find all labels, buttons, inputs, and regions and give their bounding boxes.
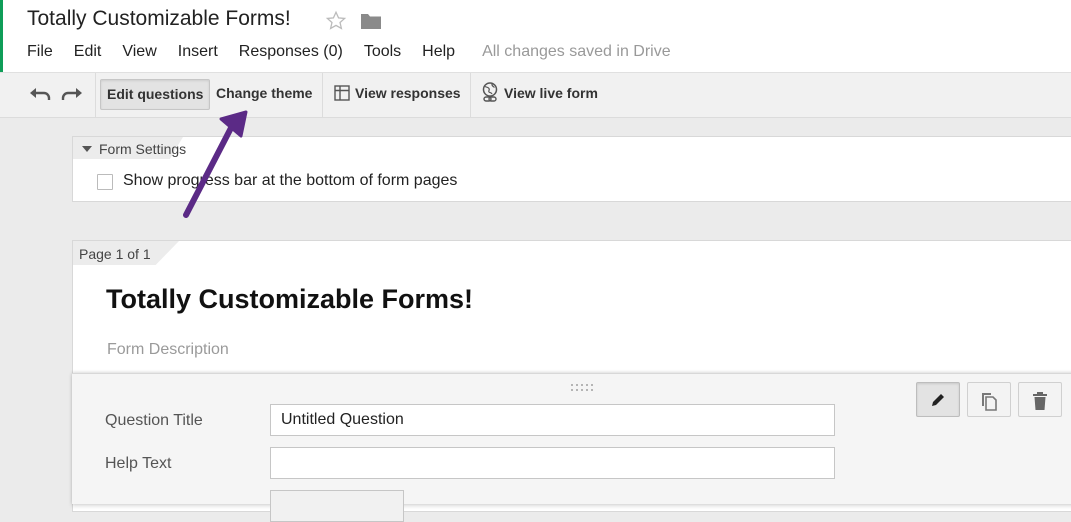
duplicate-icon	[982, 393, 997, 411]
drag-handle-icon[interactable]	[570, 383, 594, 393]
star-icon[interactable]	[325, 10, 347, 32]
app-header: Totally Customizable Forms! File Edit View…	[0, 0, 1071, 73]
document-title[interactable]: Totally Customizable Forms!	[27, 7, 291, 31]
change-theme-button[interactable]: Change theme	[210, 79, 318, 108]
view-live-form-label: View live form	[504, 85, 598, 101]
menu-edit[interactable]: Edit	[74, 43, 102, 61]
question-type-dropdown[interactable]	[270, 490, 404, 522]
view-responses-button[interactable]: View responses	[328, 79, 467, 108]
save-status: All changes saved in Drive	[482, 43, 671, 60]
toolbar-separator	[95, 73, 96, 117]
menu-help[interactable]: Help	[422, 43, 455, 61]
folder-icon[interactable]	[360, 12, 382, 30]
menu-file[interactable]: File	[27, 43, 53, 61]
form-settings-panel: Form Settings Show progress bar at the b…	[72, 136, 1071, 202]
edit-question-button[interactable]	[916, 382, 960, 417]
question-title-label: Question Title	[105, 412, 203, 429]
undo-icon[interactable]	[27, 82, 53, 108]
toolbar-separator	[322, 73, 323, 117]
table-icon	[334, 85, 350, 101]
form-title[interactable]: Totally Customizable Forms!	[106, 284, 473, 315]
question-editor-card: Question Title Help Text	[72, 373, 1071, 522]
delete-question-button[interactable]	[1018, 382, 1062, 417]
view-live-form-button[interactable]: View live form	[475, 79, 604, 108]
toolbar-separator	[470, 73, 471, 117]
edit-questions-button[interactable]: Edit questions	[100, 79, 211, 110]
menu-insert[interactable]: Insert	[178, 43, 218, 61]
menu-responses[interactable]: Responses (0)	[239, 43, 343, 61]
duplicate-question-button[interactable]	[967, 382, 1011, 417]
globe-link-icon	[482, 82, 498, 102]
caret-down-icon[interactable]	[82, 146, 92, 152]
progress-bar-label[interactable]: Show progress bar at the bottom of form …	[123, 172, 457, 190]
help-text-label: Help Text	[105, 455, 172, 472]
view-responses-label: View responses	[355, 85, 461, 101]
menu-view[interactable]: View	[122, 43, 156, 61]
question-title-input[interactable]	[270, 404, 835, 436]
form-description-field[interactable]: Form Description	[107, 341, 229, 359]
redo-icon[interactable]	[59, 82, 85, 108]
menu-bar: File Edit View Insert Responses (0) Tools Help…	[27, 43, 671, 63]
help-text-input[interactable]	[270, 447, 835, 479]
accent-stripe	[0, 0, 3, 72]
trash-icon	[1033, 392, 1047, 410]
form-settings-label[interactable]: Form Settings	[99, 141, 186, 157]
page-indicator: Page 1 of 1	[79, 246, 151, 262]
menu-tools[interactable]: Tools	[364, 43, 401, 61]
edit-questions-label: Edit questions	[107, 86, 204, 102]
change-theme-label: Change theme	[216, 85, 313, 101]
pencil-icon	[932, 394, 944, 406]
toolbar: Edit questions Change theme View respons…	[0, 73, 1071, 118]
progress-bar-checkbox[interactable]	[97, 174, 113, 190]
